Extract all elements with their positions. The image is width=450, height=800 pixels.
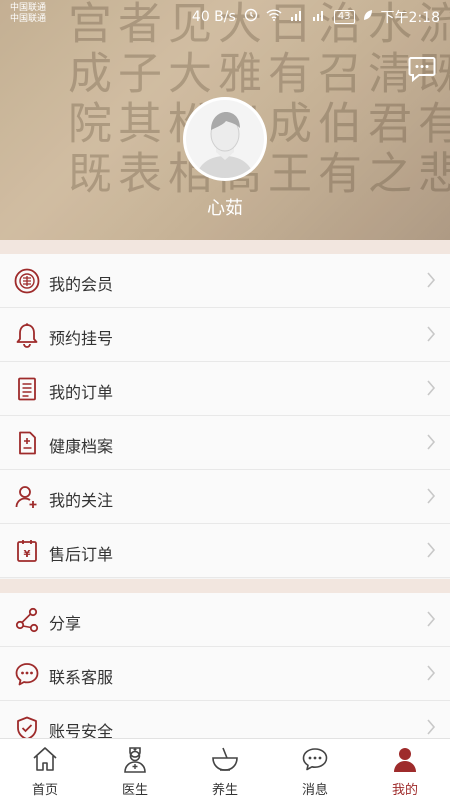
bottom-tab-bar: 首页 医生 养生 消息 我的 (0, 738, 450, 800)
after-sale-icon: ¥ (14, 538, 40, 564)
signal-icon (290, 9, 304, 25)
menu-item-label: 分享 (49, 614, 82, 633)
menu-item-after-sale[interactable]: ¥ 售后订单 (0, 524, 450, 578)
chevron-right-icon (426, 611, 436, 627)
leaf-icon (363, 9, 373, 25)
chevron-right-icon (426, 542, 436, 558)
user-follow-icon (14, 484, 40, 510)
membership-seal-icon (14, 268, 40, 294)
tab-label: 首页 (31, 783, 58, 798)
tab-label: 消息 (301, 783, 328, 798)
tab-label: 医生 (121, 783, 148, 798)
chevron-right-icon (426, 326, 436, 342)
section-separator (0, 579, 450, 593)
avatar[interactable] (183, 97, 267, 181)
menu-item-label: 健康档案 (49, 437, 114, 456)
chevron-right-icon (426, 272, 436, 288)
menu-group-settings: 分享 联系客服 账号安全 (0, 593, 450, 738)
menu-item-health-record[interactable]: 健康档案 (0, 416, 450, 470)
tab-label: 我的 (391, 783, 418, 798)
menu-item-following[interactable]: 我的关注 (0, 470, 450, 524)
shield-check-icon (14, 715, 40, 738)
chevron-right-icon (426, 665, 436, 681)
doctor-icon (121, 745, 149, 773)
menu-item-label: 账号安全 (49, 722, 114, 738)
menu-item-label: 我的订单 (49, 383, 114, 402)
message-icon (301, 745, 329, 773)
signal-icon-2 (312, 9, 326, 25)
battery-indicator: 43 (333, 10, 355, 24)
message-bubble-icon[interactable] (408, 56, 436, 83)
default-avatar-icon (186, 100, 264, 178)
bell-icon (14, 322, 40, 348)
menu-group-account: 我的会员 预约挂号 我的订单 健康档案 我的关注 ¥ 售后订单 (0, 254, 450, 578)
menu-item-account-security[interactable]: 账号安全 (0, 701, 450, 738)
chevron-right-icon (426, 380, 436, 396)
menu-item-label: 我的会员 (49, 275, 114, 294)
tab-mine[interactable]: 我的 (360, 739, 450, 800)
menu-item-label: 售后订单 (49, 545, 114, 564)
tab-wellness[interactable]: 养生 (180, 739, 270, 800)
profile-header: 流既有悲 水清君之 治召伯有 日有成王 大雅出高 见大松相 者子其表 宫成院既 … (0, 0, 450, 240)
share-icon (14, 607, 40, 633)
svg-text:¥: ¥ (24, 549, 31, 560)
chevron-right-icon (426, 719, 436, 735)
menu-item-my-orders[interactable]: 我的订单 (0, 362, 450, 416)
menu-item-share[interactable]: 分享 (0, 593, 450, 647)
wifi-icon (266, 9, 282, 25)
tab-messages[interactable]: 消息 (270, 739, 360, 800)
menu-item-appointment[interactable]: 预约挂号 (0, 308, 450, 362)
menu-item-customer-service[interactable]: 联系客服 (0, 647, 450, 701)
order-list-icon (14, 376, 40, 402)
bowl-icon (211, 745, 239, 773)
status-bar: 中国联通 中国联通 40 B/s 43 下午2:18 (0, 0, 450, 30)
menu-item-label: 预约挂号 (49, 329, 114, 348)
menu-item-membership[interactable]: 我的会员 (0, 254, 450, 308)
tab-doctor[interactable]: 医生 (90, 739, 180, 800)
customer-service-icon (14, 661, 40, 687)
carrier-info: 中国联通 中国联通 (10, 3, 47, 24)
chevron-right-icon (426, 488, 436, 504)
person-icon (391, 745, 419, 773)
section-separator (0, 240, 450, 254)
username[interactable]: 心茹 (0, 194, 450, 220)
chevron-right-icon (426, 434, 436, 450)
clock-time: 下午2:18 (380, 10, 440, 26)
menu-item-label: 联系客服 (49, 668, 114, 687)
tab-label: 养生 (211, 783, 238, 798)
tab-home[interactable]: 首页 (0, 739, 90, 800)
home-icon (31, 745, 59, 773)
network-speed: 40 B/s (191, 9, 236, 25)
menu-item-label: 我的关注 (49, 491, 114, 510)
health-record-icon (14, 430, 40, 456)
alarm-icon (244, 8, 258, 26)
